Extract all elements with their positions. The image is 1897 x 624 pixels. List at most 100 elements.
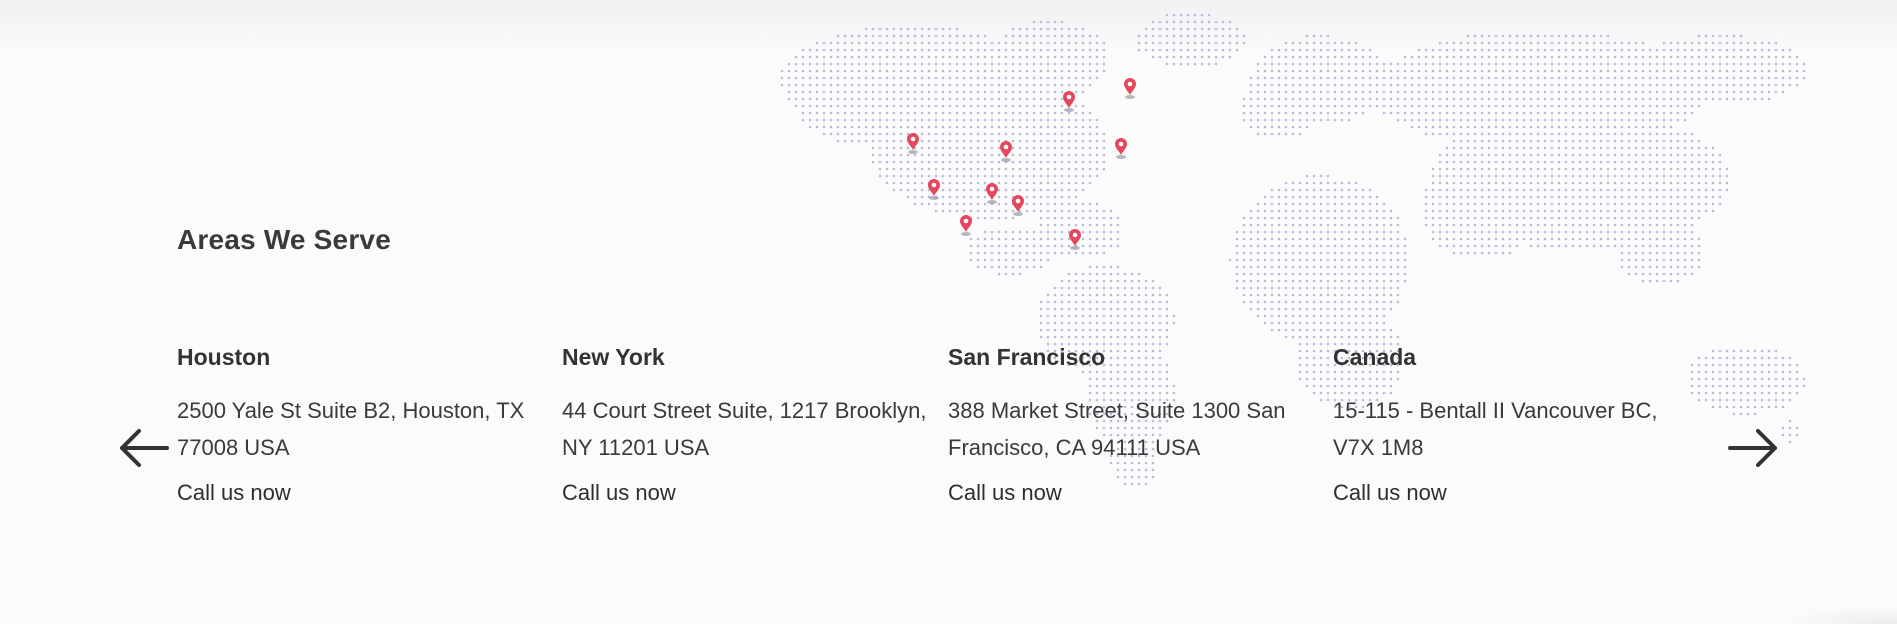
map-dot — [857, 62, 861, 66]
map-dot — [1606, 118, 1610, 122]
map-dot — [1655, 125, 1659, 129]
map-dot — [1018, 160, 1022, 164]
map-dot — [1326, 258, 1330, 262]
call-us-now-link[interactable]: Call us now — [562, 478, 932, 508]
map-dot — [1130, 279, 1134, 283]
map-dot — [892, 146, 896, 150]
map-dot — [1718, 97, 1722, 101]
map-dot — [1284, 272, 1288, 276]
map-dot — [1627, 258, 1631, 262]
map-dot — [1067, 195, 1071, 199]
map-dot — [1774, 62, 1778, 66]
call-us-now-link[interactable]: Call us now — [177, 478, 547, 508]
map-dot — [1487, 202, 1491, 206]
map-dot — [1074, 251, 1078, 255]
carousel-next-button[interactable] — [1726, 428, 1780, 468]
map-dot — [969, 139, 973, 143]
map-dot — [1767, 90, 1771, 94]
carousel-prev-button[interactable] — [117, 428, 171, 468]
map-dot — [948, 83, 952, 87]
call-us-now-link[interactable]: Call us now — [1333, 478, 1703, 508]
map-dot — [1739, 76, 1743, 80]
map-dot — [1627, 132, 1631, 136]
map-dot — [1634, 62, 1638, 66]
map-dot — [1403, 90, 1407, 94]
map-dot — [1606, 83, 1610, 87]
map-dot — [1291, 181, 1295, 185]
map-dot — [934, 69, 938, 73]
map-dot — [1599, 118, 1603, 122]
map-dot — [1312, 251, 1316, 255]
map-dot — [1501, 125, 1505, 129]
map-dot — [1690, 97, 1694, 101]
map-dot — [1753, 363, 1757, 367]
map-dot — [1746, 55, 1750, 59]
map-dot — [1459, 48, 1463, 52]
map-dot — [1179, 13, 1183, 17]
map-dot — [1396, 76, 1400, 80]
map-dot — [1270, 195, 1274, 199]
map-dot — [1676, 209, 1680, 213]
map-dot — [1256, 237, 1260, 241]
map-dot — [1550, 90, 1554, 94]
map-dot — [1354, 209, 1358, 213]
map-dot — [1270, 48, 1274, 52]
map-dot — [1739, 384, 1743, 388]
map-dot — [878, 160, 882, 164]
map-dot — [1473, 160, 1477, 164]
map-dot — [1669, 118, 1673, 122]
map-dot — [1298, 307, 1302, 311]
map-dot — [1396, 104, 1400, 108]
map-dot — [1102, 216, 1106, 220]
map-dot — [1263, 125, 1267, 129]
map-dot — [927, 83, 931, 87]
map-dot — [1298, 55, 1302, 59]
map-dot — [1284, 41, 1288, 45]
map-dot — [1361, 307, 1365, 311]
map-dot — [969, 209, 973, 213]
map-dot — [1452, 55, 1456, 59]
map-dot — [1466, 34, 1470, 38]
map-dot — [1284, 69, 1288, 73]
map-dot — [1508, 195, 1512, 199]
map-dot — [1291, 132, 1295, 136]
map-dot — [1081, 167, 1085, 171]
map-dot — [1130, 314, 1134, 318]
map-dot — [1025, 209, 1029, 213]
map-dot — [990, 153, 994, 157]
map-dot — [1284, 293, 1288, 297]
map-dot — [871, 62, 875, 66]
map-dot — [1732, 34, 1736, 38]
map-dot — [1312, 335, 1316, 339]
map-dot — [878, 62, 882, 66]
map-dot — [1578, 34, 1582, 38]
map-dot — [941, 195, 945, 199]
call-us-now-link[interactable]: Call us now — [948, 478, 1318, 508]
map-dot — [1662, 223, 1666, 227]
map-dot — [1053, 153, 1057, 157]
map-dot — [920, 76, 924, 80]
map-dot — [941, 27, 945, 31]
map-dot — [1739, 48, 1743, 52]
map-dot — [1095, 174, 1099, 178]
map-dot — [1011, 97, 1015, 101]
map-dot — [997, 230, 1001, 234]
map-dot — [1011, 174, 1015, 178]
map-dot — [1291, 195, 1295, 199]
map-dot — [1102, 237, 1106, 241]
map-dot — [1781, 384, 1785, 388]
map-dot — [1102, 300, 1106, 304]
map-dot — [1319, 69, 1323, 73]
map-dot — [1284, 300, 1288, 304]
map-dot — [1473, 195, 1477, 199]
map-dot — [1312, 76, 1316, 80]
map-dot — [1543, 174, 1547, 178]
map-dot — [1375, 76, 1379, 80]
map-dot — [1438, 125, 1442, 129]
map-dot — [1102, 230, 1106, 234]
map-dot — [1445, 181, 1449, 185]
map-dot — [1606, 237, 1610, 241]
map-dot — [941, 153, 945, 157]
map-dot — [1641, 125, 1645, 129]
map-dot — [1438, 132, 1442, 136]
